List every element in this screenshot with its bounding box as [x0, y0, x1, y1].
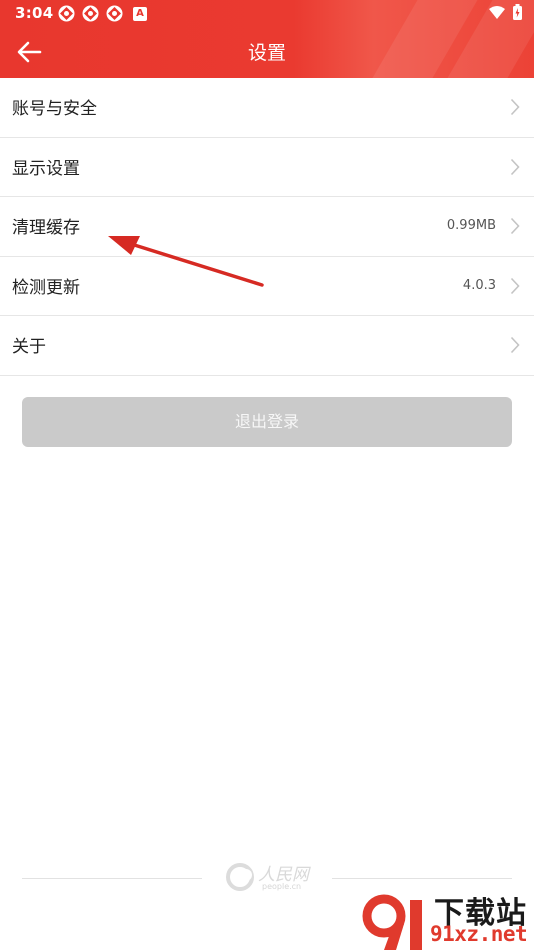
settings-item-label: 显示设置: [12, 158, 80, 179]
footer-logo-domain: people.cn: [262, 882, 302, 891]
settings-item-account-security[interactable]: 账号与安全: [0, 78, 534, 138]
footer-divider: [332, 878, 512, 879]
app-bar: 设置: [0, 26, 534, 78]
wifi-icon: [489, 5, 505, 19]
watermark-domain: 91xz.net: [430, 922, 528, 946]
settings-list: 账号与安全 显示设置 清理缓存 0.99MB 检测更新 4.0.3 关于: [0, 78, 534, 376]
settings-item-display[interactable]: 显示设置: [0, 138, 534, 197]
chevron-right-icon: [510, 158, 520, 175]
notification-icon: [82, 5, 99, 22]
battery-icon: [513, 4, 522, 20]
chevron-right-icon: [510, 98, 520, 116]
settings-item-clear-cache[interactable]: 清理缓存 0.99MB: [0, 197, 534, 257]
settings-item-label: 账号与安全: [12, 99, 97, 119]
settings-item-label: 清理缓存: [12, 218, 80, 238]
settings-item-check-update[interactable]: 检测更新 4.0.3: [0, 257, 534, 316]
status-system-icons: [489, 4, 522, 20]
settings-item-label: 关于: [12, 337, 46, 357]
status-time: 3:04: [15, 4, 54, 22]
chevron-right-icon: [510, 277, 520, 294]
chevron-right-icon: [510, 336, 520, 354]
status-bar: 3:04 A: [0, 0, 534, 26]
footer-divider: [22, 878, 202, 879]
settings-item-about[interactable]: 关于: [0, 316, 534, 376]
settings-item-label: 检测更新: [12, 277, 80, 298]
page-title: 设置: [247, 42, 286, 64]
logout-button[interactable]: 退出登录: [22, 397, 512, 447]
header: 3:04 A 设置: [0, 0, 534, 78]
chevron-right-icon: [510, 217, 520, 235]
notification-icon: [58, 5, 75, 22]
status-notifications: A: [58, 5, 147, 22]
cache-size-value: 0.99MB: [446, 218, 496, 233]
notification-icon: [106, 5, 123, 22]
notification-icon: A: [133, 6, 147, 21]
version-value: 4.0.3: [462, 277, 496, 293]
